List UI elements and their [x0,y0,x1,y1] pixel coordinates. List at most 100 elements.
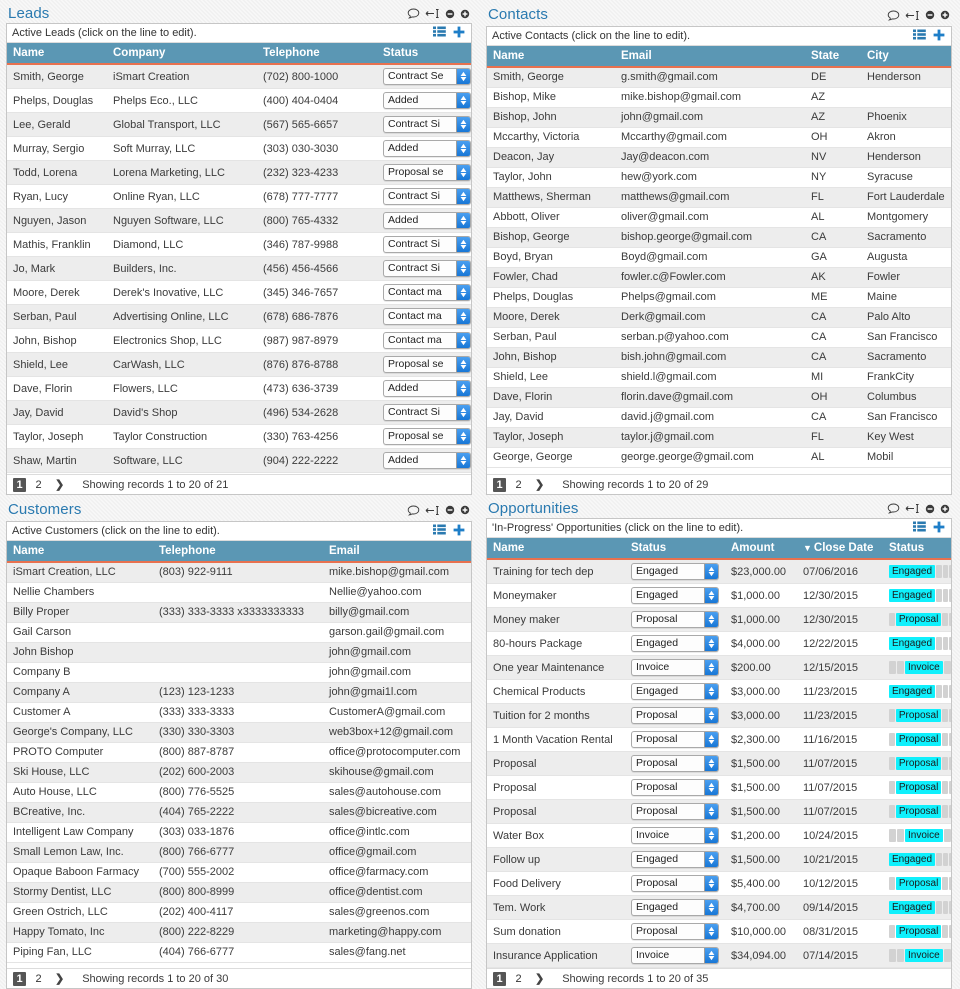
table-row[interactable]: Moore, Derek Derek's Inovative, LLC (345) … [7,280,471,306]
select-stepper-icon[interactable]: ▲ ▼ [704,564,718,580]
table-row[interactable]: Jay, David David's Shop (496) 534-2628 Cont… [7,400,471,426]
customers-page-2[interactable]: 2 [32,972,45,986]
customers-col-name[interactable]: Name [7,541,153,563]
leads-page-next[interactable]: ❯ [51,478,68,491]
table-row[interactable]: George, George george.george@gmail.com AL M… [487,447,951,468]
table-row[interactable]: Abbott, Oliver oliver@gmail.com AL Montgome… [487,207,951,228]
table-row[interactable]: Murray, Sergio Soft Murray, LLC (303) 030-… [7,136,471,162]
table-row[interactable]: Shield, Lee shield.l@gmail.com MI FrankCity [487,367,951,388]
select-stepper-icon[interactable]: ▲ ▼ [704,804,718,820]
table-row[interactable]: Smith, George iSmart Creation (702) 800-10… [7,64,471,90]
table-row[interactable]: Dave, Florin florin.dave@gmail.com OH Colum… [487,387,951,408]
opportunity-status-select[interactable]: Proposal ▲ ▼ [631,875,719,893]
contacts-col-name[interactable]: Name [487,46,615,68]
select-stepper-icon[interactable]: ▲ ▼ [456,405,470,421]
table-row[interactable]: Proposal Proposal ▲ ▼ $1,500.00 11/07/2015 Pro… [487,799,951,825]
opportunity-status-select[interactable]: Engaged ▲ ▼ [631,851,719,869]
lead-status-select[interactable]: Added ▲ ▼ [383,212,471,230]
table-row[interactable]: PROTO Computer (800) 887-8787 office@proto… [7,742,471,763]
select-stepper-icon[interactable]: ▲ ▼ [456,357,470,373]
leads-col-status[interactable]: Status [377,43,471,66]
resize-width-icon[interactable] [425,8,440,19]
maximize-circle-icon[interactable] [940,10,950,20]
lead-status-select[interactable]: Contract Si ▲ ▼ [383,236,471,254]
maximize-circle-icon[interactable] [940,504,950,514]
table-row[interactable]: Lee, Gerald Global Transport, LLC (567) 56… [7,112,471,138]
table-row[interactable]: Intelligent Law Company (303) 033-1876 off… [7,822,471,843]
leads-page-2[interactable]: 2 [32,478,45,492]
table-row[interactable]: John, Bishop bish.john@gmail.com CA Sacrame… [487,347,951,368]
comment-bubble-icon[interactable] [407,505,420,516]
plus-icon[interactable] [933,521,945,536]
select-stepper-icon[interactable]: ▲ ▼ [456,285,470,301]
contacts-page-next[interactable]: ❯ [531,478,548,491]
table-row[interactable]: Serban, Paul Advertising Online, LLC (678)… [7,304,471,330]
select-stepper-icon[interactable]: ▲ ▼ [704,612,718,628]
table-row[interactable]: One year Maintenance Invoice ▲ ▼ $200.00 12/1… [487,655,951,681]
select-stepper-icon[interactable]: ▲ ▼ [704,636,718,652]
select-stepper-icon[interactable]: ▲ ▼ [456,117,470,133]
table-row[interactable]: 1 Month Vacation Rental Proposal ▲ ▼ $2,300.… [487,727,951,753]
select-stepper-icon[interactable]: ▲ ▼ [704,900,718,916]
opportunity-status-select[interactable]: Proposal ▲ ▼ [631,755,719,773]
opportunities-page-next[interactable]: ❯ [531,972,548,985]
table-row[interactable]: Taylor, John hew@york.com NY Syracuse [487,167,951,188]
table-row[interactable]: Water Box Invoice ▲ ▼ $1,200.00 10/24/2015 Inv… [487,823,951,849]
opportunities-col-close-date[interactable]: ▼ Close Date [797,538,883,561]
table-row[interactable]: Proposal Proposal ▲ ▼ $1,500.00 11/07/2015 Pro… [487,751,951,777]
lead-status-select[interactable]: Contract Si ▲ ▼ [383,404,471,422]
contacts-page-2[interactable]: 2 [512,478,525,492]
table-row[interactable]: Small Lemon Law, Inc. (800) 766-6777 offic… [7,842,471,863]
opportunities-page-2[interactable]: 2 [512,972,525,986]
table-row[interactable]: Shaw, Martin Software, LLC (904) 222-2222 A… [7,448,471,474]
table-row[interactable]: Shield, Lee CarWash, LLC (876) 876-8788 Pro… [7,352,471,378]
leads-col-company[interactable]: Company [107,43,257,66]
table-row[interactable]: Auto House, LLC (800) 776-5525 sales@autoh… [7,782,471,803]
table-row[interactable]: Stormy Dentist, LLC (800) 800-8999 office@… [7,882,471,903]
contacts-col-city[interactable]: City [861,46,951,68]
table-row[interactable]: Dave, Florin Flowers, LLC (473) 636-3739 Ad… [7,376,471,402]
select-stepper-icon[interactable]: ▲ ▼ [456,69,470,85]
select-stepper-icon[interactable]: ▲ ▼ [704,780,718,796]
table-row[interactable]: Training for tech dep Engaged ▲ ▼ $23,000.00… [487,559,951,585]
table-row[interactable]: Bishop, John john@gmail.com AZ Phoenix [487,107,951,128]
table-row[interactable]: Tuition for 2 months Proposal ▲ ▼ $3,000.00 1… [487,703,951,729]
resize-width-icon[interactable] [425,505,440,516]
minimize-circle-icon[interactable] [925,504,935,514]
lead-status-select[interactable]: Proposal se ▲ ▼ [383,428,471,446]
table-row[interactable]: Mathis, Franklin Diamond, LLC (346) 787-99… [7,232,471,258]
customers-col-telephone[interactable]: Telephone [153,541,323,563]
opportunity-status-select[interactable]: Proposal ▲ ▼ [631,707,719,725]
lead-status-select[interactable]: Added ▲ ▼ [383,452,471,470]
contacts-col-state[interactable]: State [805,46,861,68]
select-stepper-icon[interactable]: ▲ ▼ [456,309,470,325]
plus-icon[interactable] [453,524,465,539]
table-row[interactable]: Sum donation Proposal ▲ ▼ $10,000.00 08/31/20… [487,919,951,945]
table-row[interactable]: Money maker Proposal ▲ ▼ $1,000.00 12/30/2015… [487,607,951,633]
lead-status-select[interactable]: Contract Se ▲ ▼ [383,68,471,86]
table-row[interactable]: Bishop, Mike mike.bishop@gmail.com AZ [487,87,951,108]
table-row[interactable]: Customer A (333) 333-3333 CustomerA@gmail.… [7,702,471,723]
select-stepper-icon[interactable]: ▲ ▼ [456,189,470,205]
select-stepper-icon[interactable]: ▲ ▼ [704,684,718,700]
select-stepper-icon[interactable]: ▲ ▼ [456,213,470,229]
select-stepper-icon[interactable]: ▲ ▼ [704,588,718,604]
table-row[interactable]: Nellie Chambers Nellie@yahoo.com [7,582,471,603]
select-stepper-icon[interactable]: ▲ ▼ [456,93,470,109]
lead-status-select[interactable]: Added ▲ ▼ [383,140,471,158]
table-row[interactable]: Deacon, Jay Jay@deacon.com NV Henderson [487,147,951,168]
plus-icon[interactable] [453,26,465,41]
select-stepper-icon[interactable]: ▲ ▼ [704,660,718,676]
select-stepper-icon[interactable]: ▲ ▼ [456,141,470,157]
table-row[interactable]: Matthews, Sherman matthews@gmail.com FL For… [487,187,951,208]
contacts-page-1[interactable]: 1 [493,477,506,492]
lead-status-select[interactable]: Added ▲ ▼ [383,92,471,110]
opportunity-status-select[interactable]: Engaged ▲ ▼ [631,683,719,701]
table-row[interactable]: Jay, David david.j@gmail.com CA San Francis… [487,407,951,428]
lead-status-select[interactable]: Contact ma ▲ ▼ [383,332,471,350]
maximize-circle-icon[interactable] [460,505,470,515]
select-stepper-icon[interactable]: ▲ ▼ [456,237,470,253]
leads-col-telephone[interactable]: Telephone [257,43,377,66]
lead-status-select[interactable]: Proposal se ▲ ▼ [383,356,471,374]
opportunity-status-select[interactable]: Proposal ▲ ▼ [631,611,719,629]
